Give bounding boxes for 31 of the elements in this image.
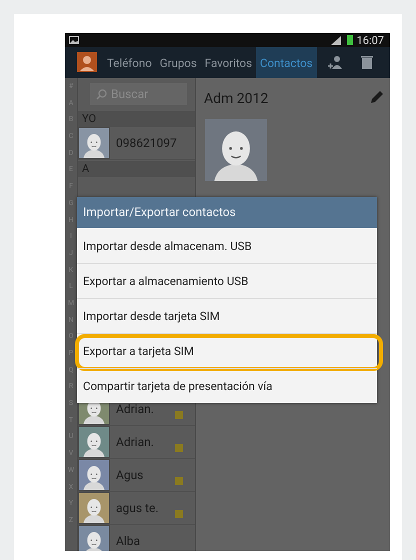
menu-item[interactable]: Exportar a tarjeta SIM <box>77 333 377 368</box>
signal-icon <box>330 36 343 44</box>
image-icon <box>69 36 79 44</box>
battery-icon <box>346 35 353 45</box>
tab[interactable]: Grupos <box>156 47 201 78</box>
pencil-icon[interactable] <box>370 90 384 104</box>
contact-name: Alba <box>116 534 140 548</box>
dialog-title: Importar/Exportar contactos <box>77 197 377 228</box>
contact-name: Adrian. <box>116 402 154 416</box>
contact-row[interactable]: Adrian. <box>78 426 195 459</box>
contact-row[interactable]: Alba <box>78 525 195 551</box>
trash-icon[interactable] <box>358 54 375 70</box>
menu-item[interactable]: Compartir tarjeta de presentación vía <box>77 368 377 403</box>
contact-row[interactable]: agus te. <box>78 492 195 525</box>
status-time: 16:07 <box>356 34 384 46</box>
contact-name: agus te. <box>116 501 159 515</box>
menu-item[interactable]: Importar desde tarjeta SIM <box>77 298 377 333</box>
avatar-icon <box>204 119 268 181</box>
contact-name: Agus <box>116 468 144 482</box>
menu-item[interactable]: Importar desde almacenam. USB <box>77 228 377 263</box>
menu-item[interactable]: Exportar a almacenamiento USB <box>77 263 377 298</box>
person-icon[interactable] <box>77 52 97 72</box>
tab[interactable]: Favoritos <box>200 47 256 78</box>
contact-name: 098621097 <box>116 136 177 150</box>
tab[interactable]: Teléfono <box>103 47 156 78</box>
add-contact-icon[interactable] <box>326 54 343 70</box>
contact-title: Adm 2012 <box>204 91 268 107</box>
tab[interactable]: Contactos <box>256 47 317 78</box>
contact-name: Adrian. <box>116 435 154 449</box>
contact-row[interactable]: Agus <box>78 459 195 492</box>
contact-row[interactable]: 098621097 <box>78 127 195 160</box>
